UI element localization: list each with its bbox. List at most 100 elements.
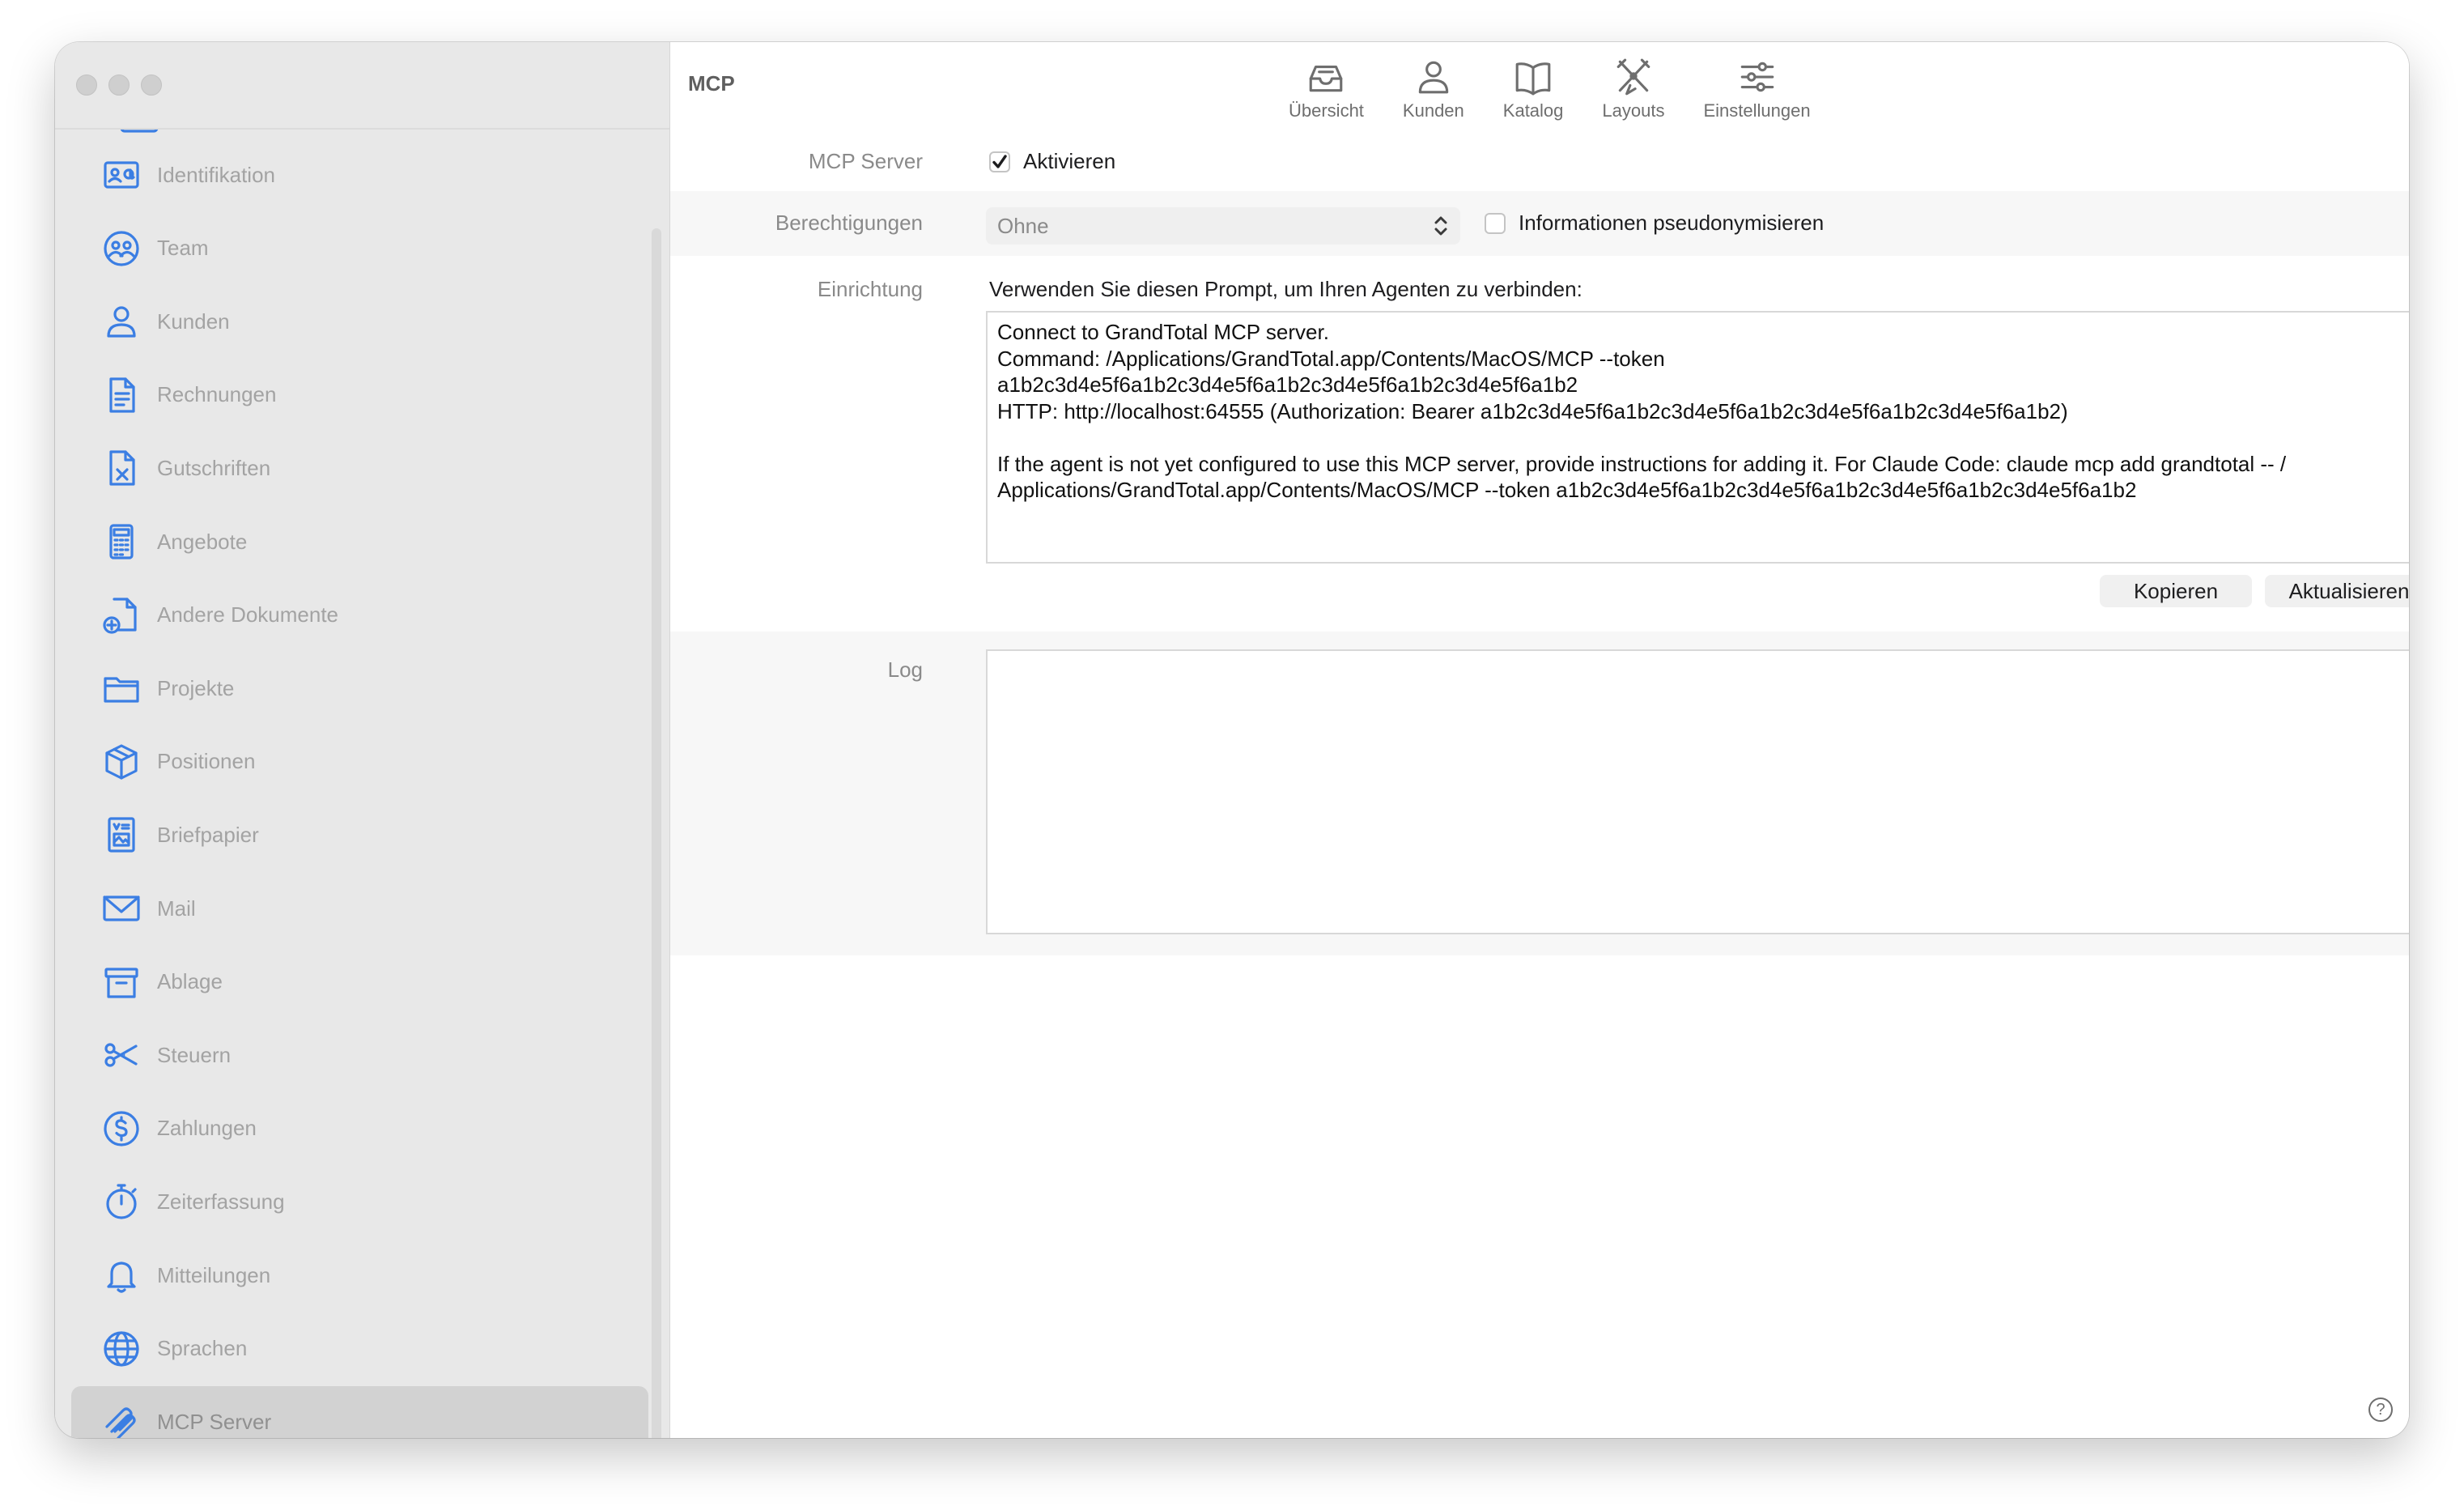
envelope-icon: [102, 889, 141, 928]
mcp-server-label: MCP Server: [808, 149, 923, 173]
prompt-line: HTTP: http://localhost:64555 (Authorizat…: [997, 398, 2068, 423]
setup-prompt-textarea[interactable]: Connect to GrandTotal MCP server. Command…: [986, 311, 2409, 564]
toolbar-item-label: Kunden: [1402, 100, 1464, 121]
prompt-line: Applications/GrandTotal.app/Contents/Mac…: [997, 478, 2137, 502]
sidebar-item-ablage[interactable]: Ablage: [71, 947, 648, 1018]
prompt-line: Command: /Applications/GrandTotal.app/Co…: [997, 346, 1665, 371]
sidebar-item-sprachen[interactable]: Sprachen: [71, 1313, 648, 1385]
sidebar-item-mail[interactable]: Mail: [71, 873, 648, 944]
app-window: Identifikation Team Kunden Rechnungen Gutsch…: [55, 42, 2409, 1438]
refresh-button[interactable]: Aktualisieren: [2265, 575, 2409, 607]
dollar-circle-icon: [102, 1109, 141, 1148]
layouts-icon: [1616, 58, 1650, 96]
sidebar-item-team[interactable]: Team: [71, 213, 648, 284]
help-icon[interactable]: ?: [2368, 1398, 2393, 1422]
pseudonymize-checkbox-label: Informationen pseudonymisieren: [1519, 211, 1825, 235]
log-textarea[interactable]: [986, 649, 2409, 934]
tray-icon: [1310, 65, 1343, 92]
sidebar-item-positionen[interactable]: Positionen: [71, 726, 648, 798]
minimize-window-button[interactable]: [108, 74, 130, 96]
person-icon: [1418, 61, 1449, 94]
partial-sidebar-icon: [120, 130, 159, 133]
main-pane: MCP Übersicht Kunden Katalog Layouts Einstel…: [670, 42, 2409, 1438]
toolbar-item-layouts[interactable]: Layouts: [1582, 57, 1684, 121]
archive-icon: [102, 963, 141, 1002]
toolbar: Übersicht Kunden Katalog Layouts Einstellung…: [1269, 57, 1830, 121]
window-controls: [76, 74, 162, 96]
setup-label: Einrichtung: [817, 277, 923, 301]
person-icon: [102, 302, 141, 341]
sliders-icon: [1740, 62, 1774, 92]
sidebar-scrollbar[interactable]: [652, 228, 661, 1438]
toolbar-item-label: Katalog: [1502, 100, 1564, 121]
sidebar-item-label: Angebote: [157, 529, 248, 554]
sidebar-item-label: Mail: [157, 896, 196, 921]
document-plus-icon: [102, 596, 141, 635]
page-title: MCP: [688, 71, 735, 96]
prompt-line: a1b2c3d4e5f6a1b2c3d4e5f6a1b2c3d4e5f6a1b2…: [997, 372, 1578, 397]
sidebar-item-zahlungen[interactable]: Zahlungen: [71, 1093, 648, 1164]
sidebar-item-label: Kunden: [157, 308, 230, 334]
prompt-line: Connect to GrandTotal MCP server.: [997, 320, 1329, 344]
bell-icon: [102, 1256, 141, 1295]
close-window-button[interactable]: [76, 74, 97, 96]
sidebar-item-label: Projekte: [157, 675, 235, 700]
toolbar-item-kunden[interactable]: Kunden: [1383, 57, 1484, 121]
toolbar-item-label: Übersicht: [1289, 100, 1364, 121]
sidebar-item-andere-dokumente[interactable]: Andere Dokumente: [71, 580, 648, 651]
sidebar-item-rechnungen[interactable]: Rechnungen: [71, 359, 648, 431]
folder-icon: [102, 669, 141, 708]
sidebar-item-label: Ablage: [157, 969, 223, 994]
sidebar-item-label: Zahlungen: [157, 1116, 257, 1141]
scissors-icon: [102, 1036, 141, 1074]
sidebar-item-label: Rechnungen: [157, 382, 277, 407]
sidebar-item-label: Sprachen: [157, 1336, 248, 1361]
pseudonymize-checkbox[interactable]: [1485, 212, 1506, 234]
pseudonymize-checkbox-row[interactable]: Informationen pseudonymisieren: [1485, 211, 1824, 236]
permissions-select-value: Ohne: [997, 213, 1049, 238]
sidebar-item-label: Team: [157, 236, 209, 261]
sidebar-item-label: Identifikation: [157, 162, 275, 187]
sidebar-item-label: Gutschriften: [157, 455, 271, 480]
sidebar-item-steuern[interactable]: Steuern: [71, 1019, 648, 1091]
chevron-up-down-icon: [1430, 214, 1452, 238]
sidebar-item-projekte[interactable]: Projekte: [71, 653, 648, 724]
log-label: Log: [887, 657, 923, 682]
toolbar-item--bersicht[interactable]: Übersicht: [1269, 57, 1383, 121]
calculator-icon: [102, 522, 141, 561]
sidebar-list: Identifikation Team Kunden Rechnungen Gutsch…: [71, 130, 648, 1438]
sidebar-item-label: Briefpapier: [157, 822, 259, 847]
stopwatch-icon: [102, 1182, 141, 1221]
sidebar-item-angebote[interactable]: Angebote: [71, 506, 648, 577]
sidebar-item-label: Zeiterfassung: [157, 1189, 285, 1214]
permissions-label: Berechtigungen: [775, 211, 923, 235]
toolbar-item-einstellungen[interactable]: Einstellungen: [1684, 57, 1829, 121]
sidebar-item-mitteilungen[interactable]: Mitteilungen: [71, 1240, 648, 1311]
sidebar: Identifikation Team Kunden Rechnungen Gutsch…: [55, 42, 670, 1438]
zoom-window-button[interactable]: [141, 74, 162, 96]
toolbar-item-katalog[interactable]: Katalog: [1484, 57, 1583, 121]
team-icon: [102, 229, 141, 268]
id-card-icon: [102, 155, 141, 194]
letterhead-icon: [102, 815, 141, 854]
prompt-line: [997, 424, 2409, 451]
permissions-select[interactable]: Ohne: [986, 207, 1460, 245]
sidebar-item-label: Mitteilungen: [157, 1262, 271, 1287]
credit-note-icon: [102, 449, 141, 487]
toolbar-item-label: Einstellungen: [1703, 100, 1811, 121]
mcp-icon: [102, 1402, 141, 1438]
sidebar-item-gutschriften[interactable]: Gutschriften: [71, 432, 648, 504]
box-icon: [102, 742, 141, 781]
activate-checkbox-row[interactable]: Aktivieren: [989, 149, 1115, 174]
activate-checkbox[interactable]: [989, 151, 1010, 172]
sidebar-item-label: Steuern: [157, 1042, 232, 1067]
invoice-icon: [102, 376, 141, 415]
sidebar-item-briefpapier[interactable]: Briefpapier: [71, 799, 648, 870]
copy-button[interactable]: Kopieren: [2100, 575, 2252, 607]
sidebar-item-mcp-server[interactable]: MCP Server: [71, 1386, 648, 1438]
sidebar-item-kunden[interactable]: Kunden: [71, 286, 648, 357]
toolbar-item-label: Layouts: [1602, 100, 1665, 121]
sidebar-item-zeiterfassung[interactable]: Zeiterfassung: [71, 1166, 648, 1237]
sidebar-item-identifikation[interactable]: Identifikation: [71, 139, 648, 211]
globe-icon: [102, 1329, 141, 1368]
